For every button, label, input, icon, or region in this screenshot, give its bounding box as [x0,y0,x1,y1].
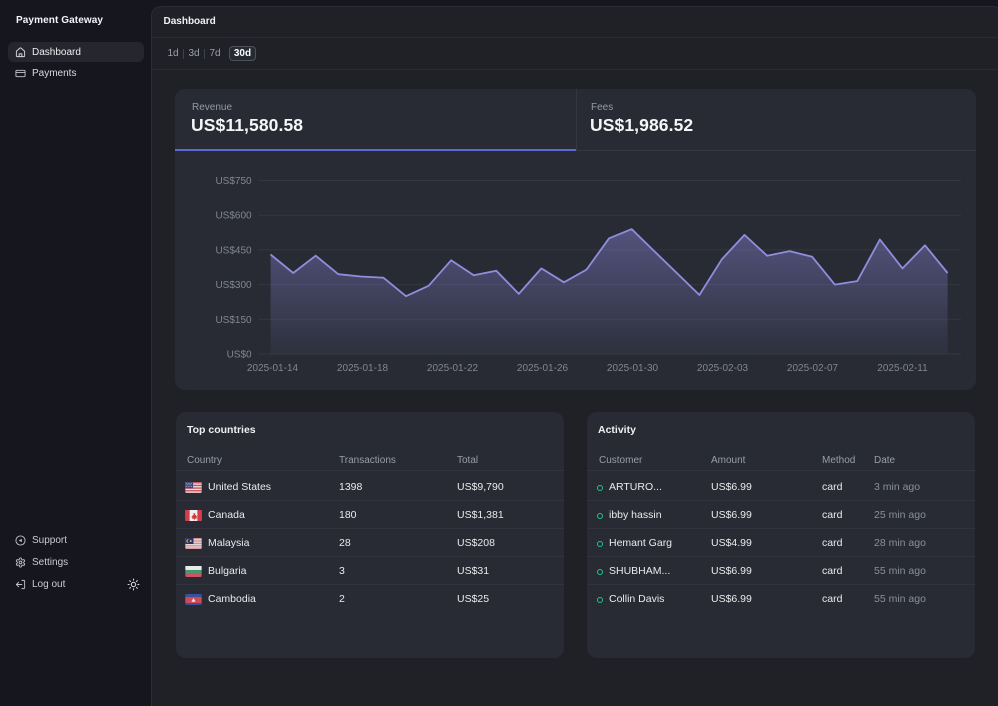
svg-text:2025-02-07: 2025-02-07 [787,363,839,374]
svg-text:US$0: US$0 [227,349,252,360]
svg-text:US$600: US$600 [215,210,252,221]
svg-text:2025-01-30: 2025-01-30 [607,363,659,374]
svg-text:2025-01-18: 2025-01-18 [337,363,389,374]
svg-text:US$450: US$450 [215,245,252,256]
svg-text:US$300: US$300 [215,280,252,291]
svg-text:2025-02-11: 2025-02-11 [877,363,928,374]
svg-text:2025-01-14: 2025-01-14 [247,363,299,374]
svg-text:US$150: US$150 [215,314,252,325]
svg-text:2025-02-03: 2025-02-03 [697,363,749,374]
svg-text:US$750: US$750 [215,176,252,187]
svg-text:2025-01-22: 2025-01-22 [427,363,479,374]
svg-text:2025-01-26: 2025-01-26 [517,363,569,374]
